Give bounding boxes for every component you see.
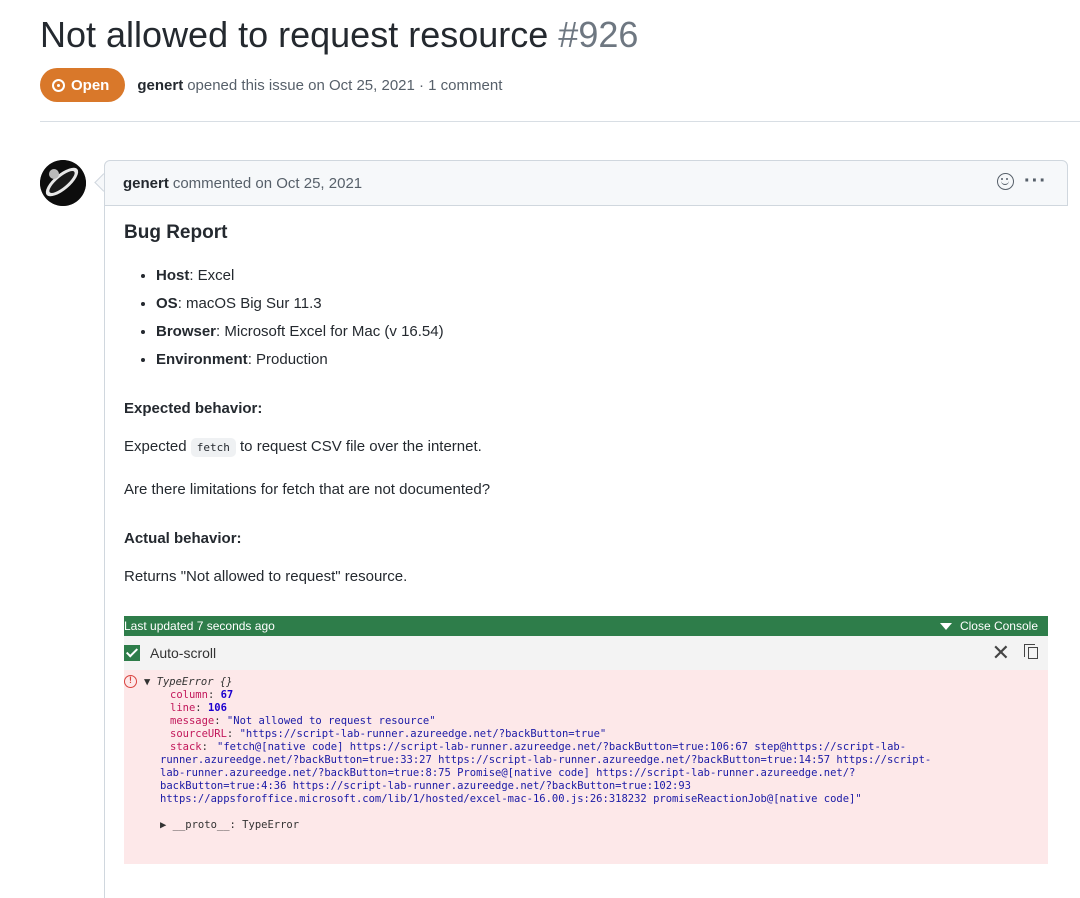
issue-author-link[interactable]: genert — [137, 77, 183, 94]
inline-code: fetch — [190, 438, 236, 457]
console-actions: ✕ — [992, 642, 1038, 664]
expected-text: Expected fetch to request CSV file over … — [124, 438, 482, 457]
console-topbar: Last updated 7 seconds ago Close Console — [124, 616, 1048, 636]
comment-date[interactable]: commented on Oct 25, 2021 — [173, 175, 362, 192]
issue-meta: Open genert opened this issue on Oct 25,… — [40, 68, 502, 102]
console-line: column: 67 — [170, 689, 234, 701]
comment-author-link[interactable]: genert — [123, 175, 169, 192]
comment-body: Bug Report Host: Excel OS: macOS Big Sur… — [124, 222, 1048, 609]
console-toolbar: Auto-scroll ✕ — [124, 636, 1048, 670]
console-line: message: "Not allowed to request resourc… — [170, 715, 436, 727]
proto-line[interactable]: ▶ __proto__: TypeError — [160, 819, 299, 832]
actual-text: Returns "Not allowed to request" resourc… — [124, 568, 408, 585]
timeline-line — [104, 206, 105, 898]
comment-actions: ··· — [997, 171, 1047, 191]
more-options-icon[interactable]: ··· — [1024, 171, 1047, 191]
avatar-image — [40, 160, 86, 206]
clear-icon[interactable]: ✕ — [992, 642, 1010, 664]
error-type[interactable]: ▼ TypeError {} — [144, 676, 233, 689]
bug-report-heading: Bug Report — [124, 222, 228, 243]
last-updated: Last updated 7 seconds ago — [124, 619, 275, 633]
list-item: OS: macOS Big Sur 11.3 — [156, 290, 1048, 318]
issue-meta-text: opened this issue on Oct 25, 2021 · 1 co… — [187, 76, 503, 94]
autoscroll-label: Auto-scroll — [150, 645, 217, 661]
issue-title: Not allowed to request resource #926 — [40, 14, 638, 56]
issue-title-text: Not allowed to request resource — [40, 14, 549, 55]
environment-list: Host: Excel OS: macOS Big Sur 11.3 Brows… — [124, 262, 1048, 374]
issue-open-icon — [52, 78, 65, 92]
autoscroll-checkbox[interactable] — [124, 645, 140, 661]
list-item: Environment: Production — [156, 346, 1048, 374]
actual-heading: Actual behavior: — [124, 530, 242, 547]
avatar[interactable] — [40, 160, 86, 206]
question-text: Are there limitations for fetch that are… — [124, 481, 491, 498]
console-screenshot: Last updated 7 seconds ago Close Console… — [124, 616, 1048, 864]
console-line: sourceURL: "https://script-lab-runner.az… — [170, 728, 607, 740]
close-console-button[interactable]: Close Console — [939, 619, 1038, 633]
caret-down-icon — [939, 622, 952, 630]
console-line: line: 106 — [170, 702, 227, 714]
expected-heading: Expected behavior: — [124, 400, 263, 417]
list-item: Host: Excel — [156, 262, 1048, 290]
status-badge: Open — [40, 68, 126, 102]
error-icon: ! — [124, 675, 137, 688]
issue-number: #926 — [558, 14, 639, 55]
console-output: ! ▼ TypeError {} column: 67 line: 106 me… — [124, 670, 1048, 864]
comment-header: genert commented on Oct 25, 2021 ··· — [104, 160, 1068, 206]
header-divider — [40, 121, 1080, 122]
copy-icon[interactable] — [1024, 644, 1038, 659]
stack-trace: "fetch@[native code] https://script-lab-… — [160, 741, 932, 805]
list-item: Browser: Microsoft Excel for Mac (v 16.5… — [156, 318, 1048, 346]
status-label: Open — [71, 76, 110, 94]
add-reaction-icon[interactable] — [997, 173, 1015, 190]
